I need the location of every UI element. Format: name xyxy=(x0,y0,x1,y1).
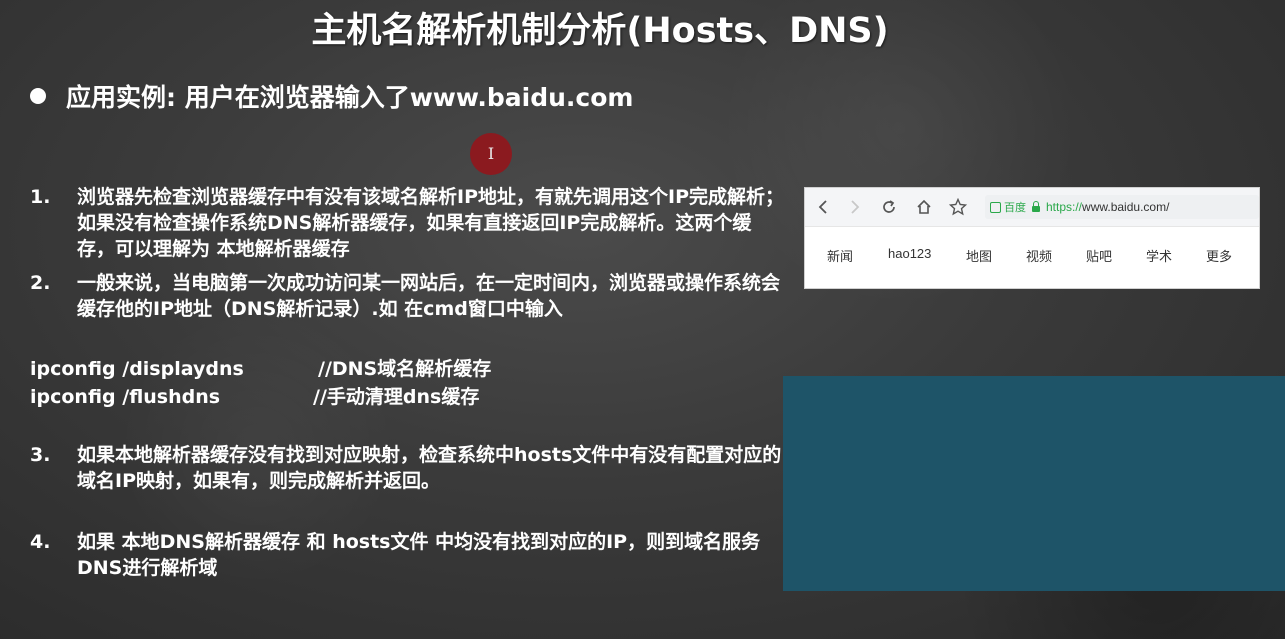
site-identity-icon xyxy=(990,201,1001,213)
list-item-text: 一般来说，当电脑第一次成功访问某一网站后，在一定时间内，浏览器或操作系统会缓存他… xyxy=(77,272,781,320)
star-icon[interactable] xyxy=(948,197,968,217)
site-label: 百度 xyxy=(1004,202,1026,214)
nav-link-news[interactable]: 新闻 xyxy=(827,246,853,265)
nav-link-xueshu[interactable]: 学术 xyxy=(1146,246,1172,265)
command-comment: //DNS域名解析缓存 xyxy=(318,358,492,380)
list-item-text: 如果本地解析器缓存没有找到对应映射，检查系统中hosts文件中有没有配置对应的域… xyxy=(77,444,782,492)
browser-toolbar: 百度 https:// www.baidu.com/ xyxy=(805,188,1259,227)
list-item-text: 如果 本地DNS解析器缓存 和 hosts文件 中均没有找到对应的IP，则到域名… xyxy=(77,531,761,579)
slide-title: 主机名解析机制分析(Hosts、DNS) xyxy=(311,11,889,51)
nav-link-hao123[interactable]: hao123 xyxy=(888,246,931,261)
list-item-number: 2. xyxy=(30,272,51,294)
list-item-text: 浏览器先检查浏览器缓存中有没有该域名解析IP地址，有就先调用这个IP完成解析；如… xyxy=(77,186,784,260)
address-bar[interactable]: 百度 https:// www.baidu.com/ xyxy=(985,195,1259,219)
nav-link-more[interactable]: 更多 xyxy=(1206,246,1232,265)
nav-link-map[interactable]: 地图 xyxy=(966,246,992,265)
chevron-left-icon[interactable] xyxy=(813,197,833,217)
url-scheme: https:// xyxy=(1046,200,1083,214)
command-line-1: ipconfig /displaydns //DNS域名解析缓存 xyxy=(30,356,491,382)
site-badge: 百度 xyxy=(990,199,1026,215)
list-item-number: 1. xyxy=(30,186,51,208)
command-text: ipconfig /displaydns xyxy=(30,358,244,380)
nav-link-tieba[interactable]: 贴吧 xyxy=(1086,246,1112,265)
bullet-text: 应用实例: 用户在浏览器输入了www.baidu.com xyxy=(66,83,634,112)
bullet-row: 应用实例: 用户在浏览器输入了www.baidu.com xyxy=(30,78,633,114)
list-item-number: 4. xyxy=(30,531,51,553)
chevron-right-icon[interactable] xyxy=(845,197,865,217)
command-comment: //手动清理dns缓存 xyxy=(313,386,480,408)
nav-link-video[interactable]: 视频 xyxy=(1026,246,1052,265)
cursor-marker: I xyxy=(470,133,512,175)
list-item-number: 3. xyxy=(30,444,51,466)
command-line-2: ipconfig /flushdns //手动清理dns缓存 xyxy=(30,384,479,410)
command-text: ipconfig /flushdns xyxy=(30,386,221,408)
lock-icon xyxy=(1032,201,1040,212)
slide: 主机名解析机制分析(Hosts、DNS) 应用实例: 用户在浏览器输入了www.… xyxy=(0,0,1285,639)
bullet-dot-icon xyxy=(30,88,46,104)
reload-icon[interactable] xyxy=(879,197,899,217)
browser-screenshot: 百度 https:// www.baidu.com/ 新闻 hao123 地图 … xyxy=(804,187,1260,289)
teal-panel xyxy=(783,376,1285,591)
text-cursor-icon: I xyxy=(487,144,495,163)
home-icon[interactable] xyxy=(914,197,934,217)
url-host: www.baidu.com/ xyxy=(1082,200,1170,214)
